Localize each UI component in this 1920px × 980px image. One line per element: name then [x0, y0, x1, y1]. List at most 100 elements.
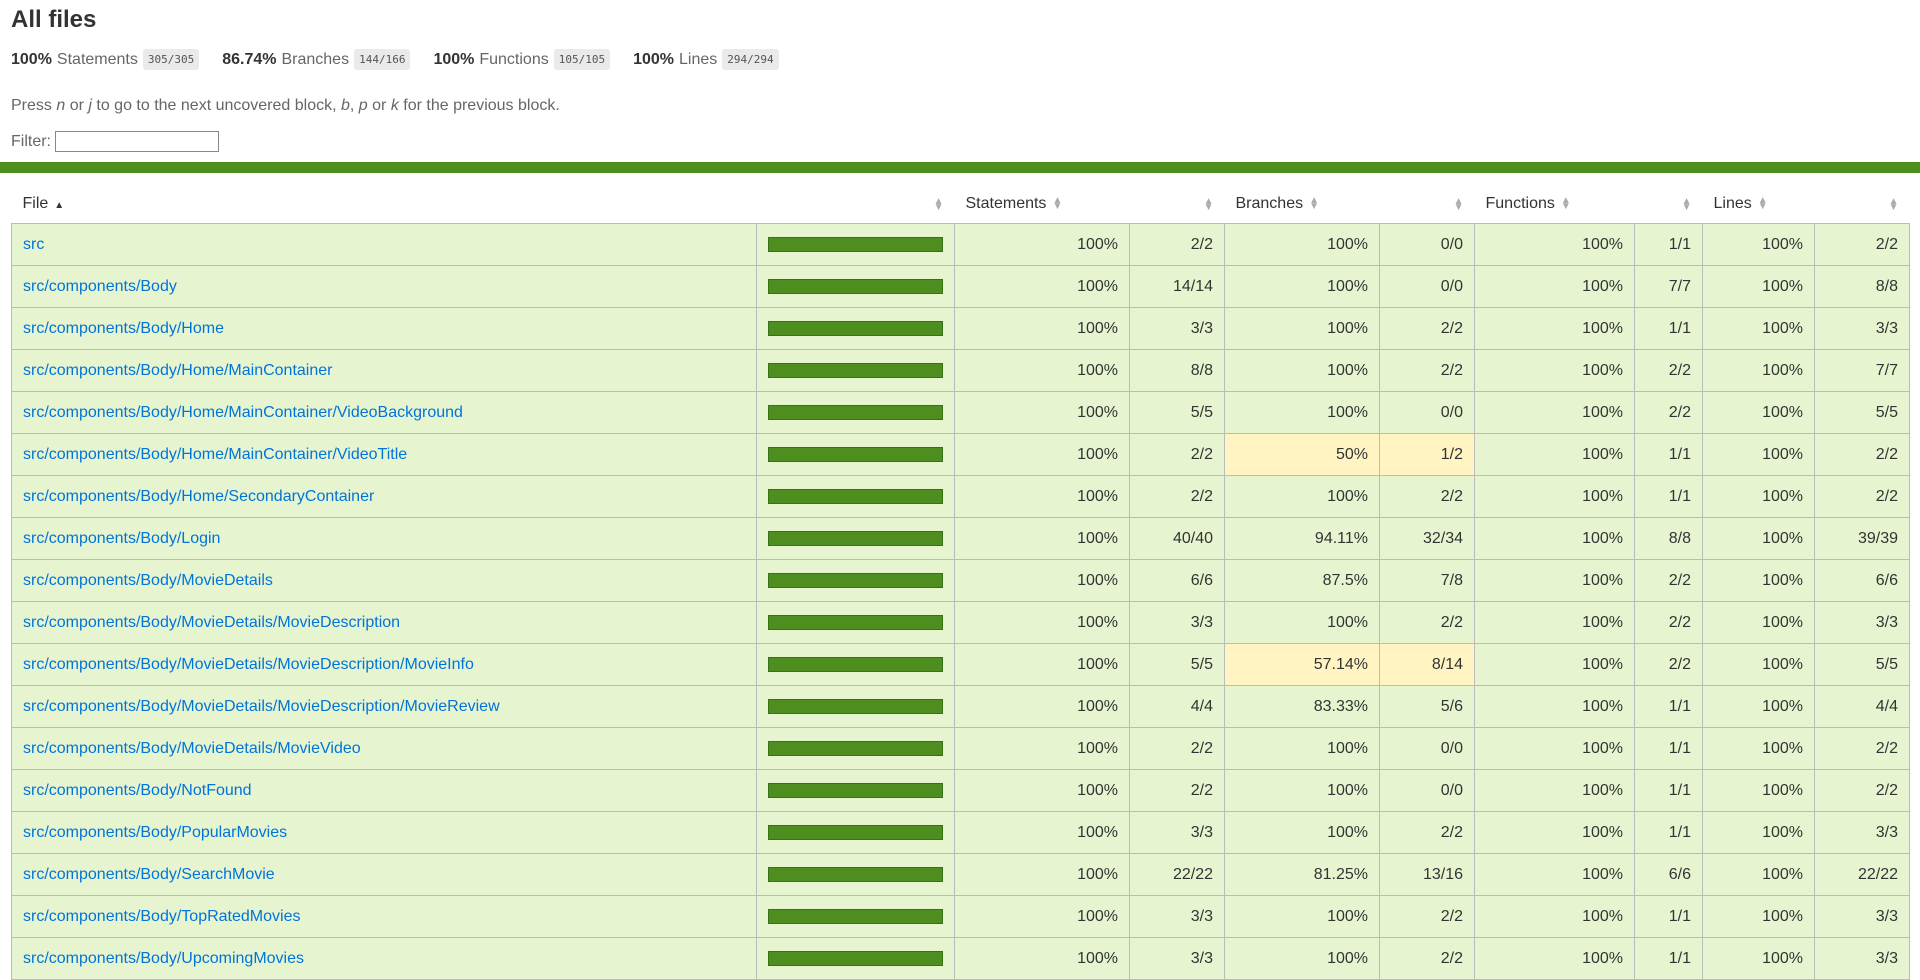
file-link[interactable]: src/components/Body/Home — [23, 320, 224, 337]
lines-raw: 3/3 — [1814, 307, 1910, 350]
statements-pct: 100% — [954, 433, 1130, 476]
statements-raw: 3/3 — [1129, 307, 1225, 350]
functions-raw: 1/1 — [1634, 433, 1703, 476]
branches-raw: 2/2 — [1379, 811, 1475, 854]
coverage-bar — [768, 783, 943, 798]
coverage-bar-cell — [756, 769, 955, 812]
file-link[interactable]: src/components/Body/UpcomingMovies — [23, 950, 304, 967]
header-statements-raw[interactable]: ▲ ▼ — [1129, 185, 1225, 224]
file-link[interactable]: src/components/Body/Home/MainContainer/V… — [23, 404, 463, 421]
lines-raw: 7/7 — [1814, 349, 1910, 392]
coverage-bar — [768, 363, 943, 378]
header-file[interactable]: File ▲ — [11, 185, 757, 224]
sort-icon: ▲ ▼ — [1888, 196, 1899, 213]
coverage-bar-cell — [756, 559, 955, 602]
lines-raw: 5/5 — [1814, 643, 1910, 686]
statements-pct: 100% — [954, 517, 1130, 560]
branches-pct: 100% — [1224, 223, 1380, 266]
lines-pct: 100% — [1702, 223, 1815, 266]
lines-pct: 100% — [1702, 265, 1815, 308]
header-lines-raw[interactable]: ▲ ▼ — [1814, 185, 1910, 224]
file-link[interactable]: src — [23, 236, 44, 253]
functions-raw: 1/1 — [1634, 895, 1703, 938]
coverage-bar — [768, 321, 943, 336]
table-row: src/components/Body/MovieDetails/MovieDe… — [11, 643, 1910, 686]
branches-raw: 8/14 — [1379, 643, 1475, 686]
functions-pct: 100% — [1474, 265, 1635, 308]
branches-pct: 100% — [1224, 601, 1380, 644]
table-row: src/components/Body/SearchMovie 100% 22/22… — [11, 853, 1910, 896]
lines-pct: 100% — [1702, 895, 1815, 938]
file-cell: src — [11, 223, 757, 266]
table-body: src 100% 2/2 100% 0/0 100% 1/1 100% 2/2 src/compo… — [11, 223, 1910, 980]
lines-raw: 2/2 — [1814, 475, 1910, 518]
functions-pct: 100% — [1474, 811, 1635, 854]
header-lines[interactable]: Lines ▲ ▼ — [1702, 185, 1815, 224]
lines-pct: 100% — [1702, 517, 1815, 560]
branches-pct: 100% — [1224, 349, 1380, 392]
file-link[interactable]: src/components/Body/Home/MainContainer/V… — [23, 446, 407, 463]
header-branches-raw[interactable]: ▲ ▼ — [1379, 185, 1475, 224]
file-link[interactable]: src/components/Body/MovieDetails — [23, 572, 273, 589]
functions-raw: 1/1 — [1634, 685, 1703, 728]
summary-branches: 86.74% Branches 144/166 — [222, 49, 411, 70]
page-title: All files — [11, 6, 97, 33]
coverage-bar — [768, 615, 943, 630]
file-link[interactable]: src/components/Body/Login — [23, 530, 220, 547]
file-link[interactable]: src/components/Body/PopularMovies — [23, 824, 287, 841]
file-link[interactable]: src/components/Body/MovieDetails/MovieDe… — [23, 614, 400, 631]
branches-raw: 0/0 — [1379, 265, 1475, 308]
file-link[interactable]: src/components/Body/MovieDetails/MovieDe… — [23, 656, 474, 673]
table-row: src/components/Body 100% 14/14 100% 0/0 100% 7… — [11, 265, 1910, 308]
lines-raw: 2/2 — [1814, 223, 1910, 266]
file-link[interactable]: src/components/Body/Home/SecondaryContai… — [23, 488, 374, 505]
table-row: src/components/Body/MovieDetails 100% 6/6 8… — [11, 559, 1910, 602]
branches-raw: 7/8 — [1379, 559, 1475, 602]
file-link[interactable]: src/components/Body/MovieDetails/MovieVi… — [23, 740, 361, 757]
table-row: src/components/Body/Home/MainContainer/V… — [11, 433, 1910, 476]
functions-raw: 1/1 — [1634, 811, 1703, 854]
statements-pct: 100% — [954, 769, 1130, 812]
coverage-bar — [768, 657, 943, 672]
lines-pct: 100% — [1702, 811, 1815, 854]
header-branches[interactable]: Branches ▲ ▼ — [1224, 185, 1380, 224]
header-statements[interactable]: Statements ▲ ▼ — [954, 185, 1130, 224]
file-cell: src/components/Body/Home/MainContainer — [11, 349, 757, 392]
file-cell: src/components/Body — [11, 265, 757, 308]
summary-pct: 86.74% — [222, 50, 277, 68]
file-link[interactable]: src/components/Body/MovieDetails/MovieDe… — [23, 698, 500, 715]
coverage-bar-cell — [756, 895, 955, 938]
coverage-bar-cell — [756, 391, 955, 434]
lines-pct: 100% — [1702, 769, 1815, 812]
statements-raw: 2/2 — [1129, 223, 1225, 266]
coverage-bar — [768, 909, 943, 924]
sort-icon: ▲ ▼ — [1757, 194, 1768, 212]
functions-pct: 100% — [1474, 685, 1635, 728]
file-link[interactable]: src/components/Body/Home/MainContainer — [23, 362, 332, 379]
sort-icon: ▲ ▼ — [1453, 196, 1464, 213]
file-cell: src/components/Body/MovieDetails/MovieVi… — [11, 727, 757, 770]
branches-raw: 2/2 — [1379, 601, 1475, 644]
statements-pct: 100% — [954, 685, 1130, 728]
file-cell: src/components/Body/Home/SecondaryContai… — [11, 475, 757, 518]
file-link[interactable]: src/components/Body/SearchMovie — [23, 866, 275, 883]
coverage-bar-cell — [756, 223, 955, 266]
statements-raw: 8/8 — [1129, 349, 1225, 392]
statements-pct: 100% — [954, 643, 1130, 686]
header-functions-raw[interactable]: ▲ ▼ — [1634, 185, 1703, 224]
lines-pct: 100% — [1702, 643, 1815, 686]
coverage-bar — [768, 825, 943, 840]
summary-pct: 100% — [11, 50, 52, 68]
filter-input[interactable] — [55, 131, 219, 152]
functions-raw: 7/7 — [1634, 265, 1703, 308]
coverage-bar-cell — [756, 349, 955, 392]
statements-raw: 2/2 — [1129, 727, 1225, 770]
header-functions[interactable]: Functions ▲ ▼ — [1474, 185, 1635, 224]
file-link[interactable]: src/components/Body/NotFound — [23, 782, 252, 799]
file-link[interactable]: src/components/Body — [23, 278, 177, 295]
lines-pct: 100% — [1702, 601, 1815, 644]
functions-pct: 100% — [1474, 559, 1635, 602]
lines-raw: 8/8 — [1814, 265, 1910, 308]
header-coverage-bar[interactable]: ▲ ▼ — [756, 185, 955, 224]
file-link[interactable]: src/components/Body/TopRatedMovies — [23, 908, 300, 925]
